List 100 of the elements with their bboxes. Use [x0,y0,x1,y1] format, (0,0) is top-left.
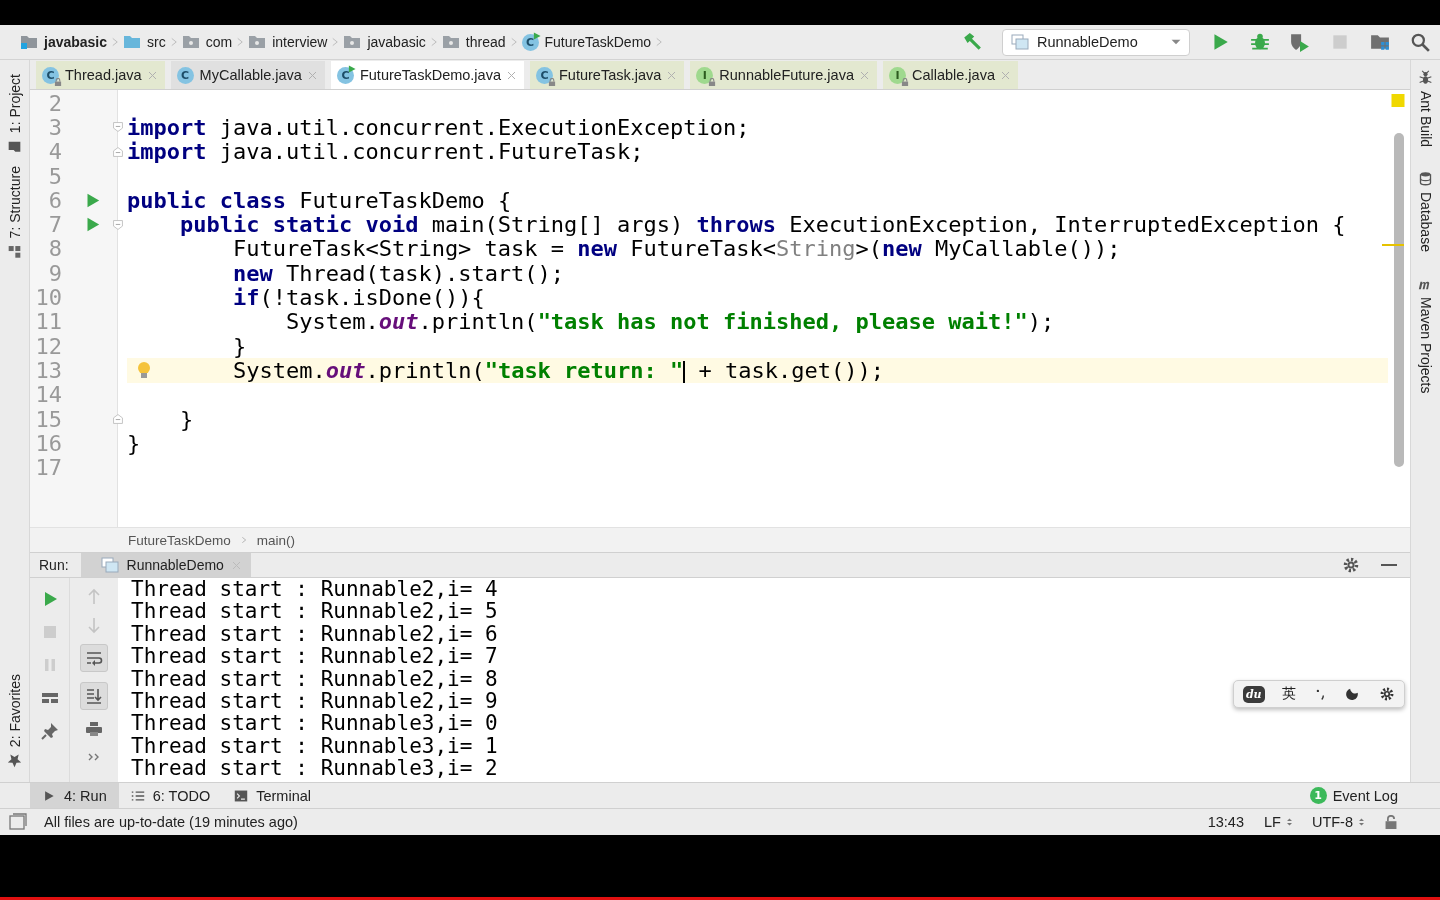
scrollbar-thumb[interactable] [1394,133,1404,467]
editor-tab[interactable]: I RunnableFuture.java [690,61,877,89]
lock-icon [708,77,717,86]
breadcrumb-item[interactable]: interview [244,33,332,51]
close-icon[interactable] [1001,70,1010,80]
bug-icon[interactable] [1250,32,1270,52]
tool-window-button[interactable]: Maven Projects [1417,270,1434,400]
tool-window-tab[interactable]: 4: Run [30,783,119,808]
editor-tab[interactable]: C FutureTask.java [529,61,685,89]
console-line: Thread start : Runnable2,i= 6 [131,622,498,646]
code-line: if(!task.isDone()){ [232,285,485,311]
light-bulb-icon[interactable] [135,360,153,381]
window-icon [100,556,119,574]
line-separator[interactable]: LF [1264,814,1281,830]
input-method-logo[interactable]: du [1242,685,1265,703]
close-icon[interactable] [307,70,317,80]
hammer-icon[interactable] [962,32,982,52]
close-icon[interactable] [147,70,157,80]
event-log-link[interactable]: Event Log [1332,787,1398,804]
run-badge-icon [532,31,541,40]
line-number: 9 [47,260,62,286]
run-configuration-dropdown[interactable]: RunnableDemo [1002,28,1190,56]
close-icon[interactable] [859,70,869,80]
shield-run-icon[interactable] [1290,32,1310,52]
line-number: 10 [34,285,62,311]
up-down-icon [1357,816,1366,828]
breadcrumb-item[interactable]: javabasic [339,33,430,51]
package-folder-icon [441,33,460,51]
breadcrumb-item[interactable]: src [119,33,170,51]
caret-position[interactable]: 13:43 [1207,814,1244,830]
fold-icon[interactable] [113,146,123,157]
line-number: 2 [47,90,62,116]
search-icon[interactable] [1410,32,1430,52]
class-icon: C [336,66,354,84]
panel-toggle-icon[interactable] [9,813,27,831]
class-icon: C [42,66,59,84]
package-folder-icon [181,33,200,51]
console-line: Thread start : Runnable2,i= 5 [131,600,498,623]
printer-icon[interactable] [85,720,103,738]
editor-tab[interactable]: C FutureTaskDemo.java [330,61,524,89]
breadcrumb-item[interactable]: com [177,33,237,51]
tool-window-button[interactable]: Database [1417,165,1434,258]
interface-icon: I [696,66,714,84]
breadcrumb-item[interactable]: FutureTaskDemo [128,532,231,548]
close-icon[interactable] [667,70,677,80]
settings-icon[interactable] [1342,556,1360,574]
tool-window-button[interactable]: 7: Structure [6,160,23,266]
chevron-icon [240,536,247,544]
structure-icon [7,244,22,260]
editor-tab[interactable]: C MyCallable.java [170,61,325,89]
code-line: new Thread(task).start(); [232,260,565,286]
line-number: 11 [34,309,62,335]
tool-window-button[interactable]: Ant Build [1417,64,1434,154]
line-number: 6 [47,187,62,213]
console-line: Thread start : Runnable3,i= 2 [131,757,498,780]
breadcrumb-item[interactable]: C FutureTaskDemo [517,33,656,51]
module-folder-icon [20,33,38,51]
code-line: } [232,333,247,359]
fold-icon[interactable] [113,414,123,424]
toggle-button[interactable] [80,682,108,710]
console-line: Thread start : Runnable3,i= 0 [131,712,498,735]
breadcrumb-item[interactable]: javabasic [16,33,112,51]
code-line: FutureTask<String> task = new FutureTask<String>(new MyCallable()); [232,236,1121,262]
source-folder-icon [123,33,142,51]
console-line: Thread start : Runnable2,i= 9 [131,690,498,713]
console-line: Thread start : Runnable2,i= 8 [131,667,498,691]
breadcrumb-item[interactable]: main() [256,532,296,548]
lock-icon[interactable] [1384,815,1398,829]
run-badge-icon [347,64,356,73]
code-line: } [179,406,194,432]
line-number: 14 [34,382,62,408]
editor-tab[interactable]: C Thread.java [36,61,165,89]
package-folder-icon [343,33,362,51]
code-line: import java.util.concurrent.ExecutionException; [127,114,750,140]
tool-window-button[interactable]: 1: Project [6,68,23,161]
tool-window-button[interactable]: 2: Favorites [6,667,23,774]
tool-window-tab[interactable]: Terminal [222,783,323,808]
settings-icon[interactable] [1379,686,1396,702]
console-line: Thread start : Runnable2,i= 7 [131,645,498,668]
run-tab[interactable]: RunnableDemo [80,553,251,577]
fold-icon[interactable] [113,122,123,133]
fold-icon[interactable] [113,219,123,230]
tool-window-tab[interactable]: 6: TODO [118,783,223,808]
close-icon[interactable] [506,70,516,80]
input-language-toggle[interactable]: 英 [1282,685,1297,703]
pin-icon[interactable] [40,722,59,740]
editor-tab[interactable]: I Callable.java [882,61,1018,89]
console-line: Thread start : Runnable2,i= 4 [131,578,498,601]
toggle-button[interactable] [80,644,108,672]
window-icon [1011,33,1029,51]
code-line: public static void main(String[] args) throws ExecutionException, InterruptedException { [179,212,1346,238]
package-folder-icon [248,33,267,51]
database-icon [1418,171,1433,187]
line-number: 4 [47,139,62,165]
lock-icon [547,77,556,86]
breadcrumb-item[interactable]: thread [437,33,510,51]
file-encoding[interactable]: UTF-8 [1311,814,1353,830]
line-number: 8 [47,236,62,262]
folder-icon [7,139,22,155]
folder-grid-icon[interactable] [1370,32,1390,52]
